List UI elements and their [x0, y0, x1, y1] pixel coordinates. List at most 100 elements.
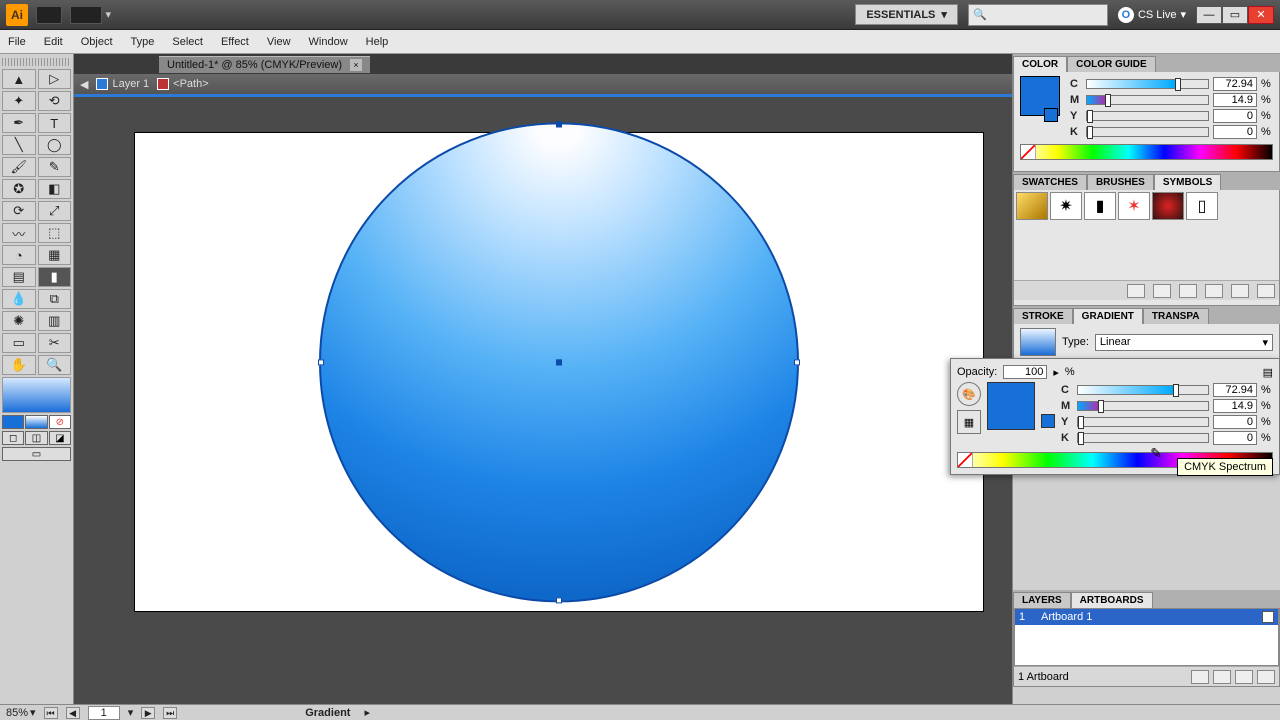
- screen-mode-button[interactable]: ▭: [2, 447, 71, 461]
- selection-tool[interactable]: ▲: [2, 69, 36, 89]
- new-artboard-icon[interactable]: [1235, 670, 1253, 684]
- symbol-cube-icon[interactable]: [1016, 192, 1048, 220]
- menu-edit[interactable]: Edit: [44, 36, 63, 48]
- artboard-nav-field[interactable]: 1: [88, 706, 120, 720]
- eraser-tool[interactable]: ◧: [38, 179, 72, 199]
- direct-selection-tool[interactable]: ▷: [38, 69, 72, 89]
- symbol-fox-icon[interactable]: ✶: [1118, 192, 1150, 220]
- y-value[interactable]: 0: [1213, 109, 1257, 123]
- search-field[interactable]: 🔍: [968, 4, 1108, 26]
- width-tool[interactable]: 〰: [2, 223, 36, 243]
- graph-tool[interactable]: ▥: [38, 311, 72, 331]
- blob-brush-tool[interactable]: ✪: [2, 179, 36, 199]
- bridge-button[interactable]: [36, 6, 62, 24]
- tab-brushes[interactable]: BRUSHES: [1087, 174, 1154, 190]
- pencil-tool[interactable]: ✎: [38, 157, 72, 177]
- lasso-tool[interactable]: ⟲: [38, 91, 72, 111]
- nav-arrow-icon[interactable]: ◀: [80, 78, 88, 91]
- tab-color[interactable]: COLOR: [1013, 56, 1067, 72]
- popup-m-value[interactable]: [1213, 399, 1257, 413]
- menu-window[interactable]: Window: [309, 36, 348, 48]
- symbol-library-icon[interactable]: [1127, 284, 1145, 298]
- scale-tool[interactable]: ⤢: [38, 201, 72, 221]
- gradient-preview[interactable]: [1020, 328, 1056, 356]
- k-slider[interactable]: [1086, 127, 1209, 137]
- last-artboard-button[interactable]: ⏭: [163, 707, 177, 719]
- anchor-right[interactable]: [794, 359, 800, 365]
- opacity-field[interactable]: [1003, 365, 1047, 379]
- popup-menu-icon[interactable]: ▤: [1263, 366, 1273, 379]
- new-symbol-icon[interactable]: [1231, 284, 1249, 298]
- symbol-sprayer-tool[interactable]: ✺: [2, 311, 36, 331]
- color-spectrum[interactable]: [1020, 144, 1273, 160]
- shape-tool[interactable]: ◯: [38, 135, 72, 155]
- tab-symbols[interactable]: SYMBOLS: [1154, 174, 1221, 190]
- first-artboard-button[interactable]: ⏮: [44, 707, 58, 719]
- close-button[interactable]: ✕: [1248, 6, 1274, 24]
- color-models-icon[interactable]: 🎨: [957, 382, 981, 406]
- move-down-icon[interactable]: [1213, 670, 1231, 684]
- blend-tool[interactable]: ⧉: [38, 289, 72, 309]
- menu-select[interactable]: Select: [172, 36, 203, 48]
- center-point[interactable]: [556, 359, 562, 365]
- paintbrush-tool[interactable]: 🖌: [2, 157, 36, 177]
- anchor-left[interactable]: [318, 359, 324, 365]
- popup-c-slider[interactable]: [1077, 385, 1209, 395]
- status-menu-icon[interactable]: ▸: [364, 706, 370, 719]
- delete-artboard-icon[interactable]: [1257, 670, 1275, 684]
- swatches-grid-icon[interactable]: ▦: [957, 410, 981, 434]
- next-artboard-button[interactable]: ▶: [141, 707, 155, 719]
- menu-help[interactable]: Help: [366, 36, 389, 48]
- opacity-stepper-icon[interactable]: ▸: [1053, 366, 1059, 379]
- m-slider[interactable]: [1086, 95, 1209, 105]
- k-value[interactable]: 0: [1213, 125, 1257, 139]
- workspace-switcher[interactable]: ESSENTIALS▾: [855, 4, 958, 25]
- pen-tool[interactable]: ✒: [2, 113, 36, 133]
- anchor-top[interactable]: [556, 121, 562, 127]
- minimize-button[interactable]: —: [1196, 6, 1222, 24]
- tab-color-guide[interactable]: COLOR GUIDE: [1067, 56, 1156, 72]
- popup-m-slider[interactable]: [1077, 401, 1209, 411]
- tab-artboards[interactable]: ARTBOARDS: [1071, 592, 1153, 608]
- prev-artboard-button[interactable]: ◀: [66, 707, 80, 719]
- artboard-row[interactable]: 1 Artboard 1: [1015, 609, 1278, 625]
- path-chip[interactable]: <Path>: [157, 78, 208, 90]
- draw-behind-button[interactable]: ◫: [25, 431, 47, 445]
- menu-view[interactable]: View: [267, 36, 291, 48]
- cs-live-button[interactable]: OCS Live▾: [1118, 7, 1186, 23]
- none-mode-button[interactable]: ⊘: [49, 415, 71, 429]
- rotate-tool[interactable]: ⟳: [2, 201, 36, 221]
- toolbox-grip[interactable]: [2, 58, 71, 66]
- layer-chip[interactable]: Layer 1: [96, 78, 149, 90]
- fill-stroke-swatch[interactable]: [2, 377, 71, 413]
- tab-swatches[interactable]: SWATCHES: [1013, 174, 1087, 190]
- zoom-field[interactable]: 85% ▾: [6, 706, 36, 719]
- gradient-circle-shape[interactable]: [319, 122, 799, 602]
- dropdown-icon[interactable]: ▾: [128, 706, 134, 719]
- menu-file[interactable]: File: [8, 36, 26, 48]
- c-slider[interactable]: [1086, 79, 1209, 89]
- symbol-tape-icon[interactable]: ▮: [1084, 192, 1116, 220]
- anchor-bottom[interactable]: [556, 597, 562, 603]
- shape-builder-tool[interactable]: ◔: [2, 245, 36, 265]
- canvas[interactable]: [74, 94, 1012, 704]
- mesh-tool[interactable]: ▤: [2, 267, 36, 287]
- maximize-button[interactable]: ▭: [1222, 6, 1248, 24]
- draw-inside-button[interactable]: ◪: [49, 431, 71, 445]
- stroke-swatch[interactable]: [1044, 108, 1058, 122]
- popup-c-value[interactable]: [1213, 383, 1257, 397]
- tab-stroke[interactable]: STROKE: [1013, 308, 1073, 324]
- free-transform-tool[interactable]: ⬚: [38, 223, 72, 243]
- stop-color-preview[interactable]: [987, 382, 1035, 430]
- popup-y-slider[interactable]: [1077, 417, 1209, 427]
- color-mode-button[interactable]: [2, 415, 24, 429]
- c-value[interactable]: 72.94: [1213, 77, 1257, 91]
- break-link-icon[interactable]: [1179, 284, 1197, 298]
- menu-type[interactable]: Type: [131, 36, 155, 48]
- document-tab[interactable]: Untitled-1* @ 85% (CMYK/Preview) ×: [159, 56, 370, 73]
- hand-tool[interactable]: ✋: [2, 355, 36, 375]
- gradient-mode-button[interactable]: [25, 415, 47, 429]
- zoom-tool[interactable]: 🔍: [38, 355, 72, 375]
- move-up-icon[interactable]: [1191, 670, 1209, 684]
- stop-proxy-swatch[interactable]: [1041, 414, 1055, 428]
